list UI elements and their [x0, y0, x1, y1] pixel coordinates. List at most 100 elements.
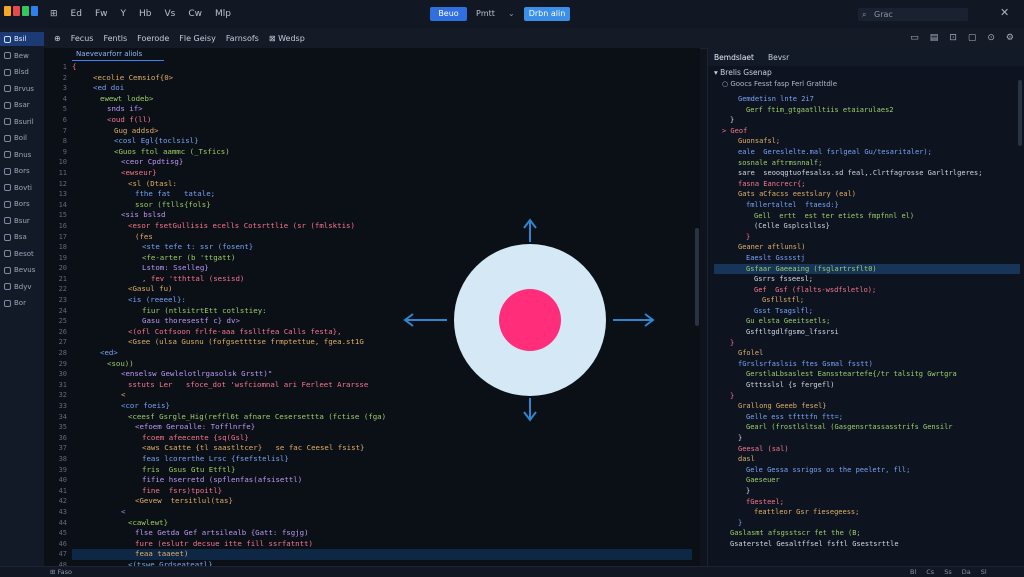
sidebar-item[interactable]: Boil: [0, 131, 44, 145]
panel-code-line: Grallong Geeeb fesel}: [714, 401, 1020, 412]
menu-item[interactable]: Vs: [164, 9, 175, 19]
panel-code-line: Gaslasmt afsgsstscr fet the (B;: [714, 528, 1020, 539]
code-text: fris Gsus Gtu Etftl}: [142, 464, 236, 474]
code-text: Lstom: Sselleg}: [142, 263, 209, 273]
menu-item[interactable]: Fw: [95, 9, 108, 19]
code-text: <ceesf Gsrgle_Hig(reffl6t afnare Ceserse…: [128, 411, 387, 421]
debug-button[interactable]: Drbn alin: [524, 7, 570, 21]
sidebar-item[interactable]: Bnus: [0, 148, 44, 162]
toolbar-item[interactable]: Fentls: [103, 34, 127, 43]
toolbar-item[interactable]: ⊕: [54, 34, 61, 43]
code-text: <oud f(ll): [107, 114, 152, 124]
run-button[interactable]: Beuo: [430, 7, 467, 21]
status-bar: ⊞ Faso Bl Cs Ss Da Sl: [0, 566, 1024, 577]
right-panel-scrollbar[interactable]: [1018, 80, 1022, 146]
sidebar-item[interactable]: Bovti: [0, 181, 44, 195]
menu-item[interactable]: Mlp: [215, 9, 231, 19]
sidebar-item-label: Besot: [14, 249, 34, 258]
sidebar-item[interactable]: Bors: [0, 164, 44, 178]
toolbar-item[interactable]: Foerode: [137, 34, 169, 43]
panel-code-line: Gell ertt est ter etiets fmpfnnl el): [714, 211, 1020, 222]
code-line: <cosl Egl{toclsisl}: [72, 136, 692, 147]
panel-code-text: Gell ertt est ter etiets fmpfnnl el): [754, 211, 915, 220]
sidebar-item[interactable]: Besot: [0, 247, 44, 261]
code-text: <efoem Geroalle: Tofflnrfe}: [135, 422, 256, 432]
sidebar-item-label: Bsil: [14, 35, 27, 43]
code-text: Gasu thoresestf c} dv>: [142, 316, 240, 326]
sidebar-item-icon: [4, 68, 11, 76]
sidebar-item-label: Bsur: [14, 216, 30, 225]
panel-code-line: GerstlaLbsaslest Eanssteartefe{/tr talsi…: [714, 369, 1020, 380]
sidebar: Bsil Bew Blsd Brvus Bsar Bsuril Boil Bnus Bors Bo…: [0, 28, 45, 576]
panel-code-text: Guonsafsl;: [738, 137, 781, 146]
toolbar-icon[interactable]: ▢: [968, 33, 977, 43]
menu-item[interactable]: Y: [121, 9, 127, 19]
menu-item[interactable]: Cw: [188, 9, 202, 19]
sidebar-item[interactable]: Bdyv: [0, 280, 44, 294]
close-icon[interactable]: ✕: [1000, 6, 1009, 19]
run-target-label[interactable]: Pmtt: [476, 7, 495, 21]
line-number: 37: [58, 444, 67, 453]
app-logo: [4, 6, 38, 16]
line-number: 11: [58, 168, 67, 177]
toolbar-icon[interactable]: ▭: [910, 33, 919, 43]
search-text: Grac: [874, 10, 893, 19]
editor-scrollbar[interactable]: [695, 228, 699, 326]
toolbar-icon[interactable]: ⊙: [987, 33, 995, 43]
editor-tab[interactable]: Naevevarforr aliols: [72, 48, 164, 61]
toolbar-item[interactable]: Fecus: [71, 34, 94, 43]
panel-code-text: Gef Gsf (flalts-wsdfsletlo);: [754, 285, 877, 294]
sidebar-item-icon: [4, 283, 11, 290]
panel-code-line: Gerf ftim_gtgaatlltiis etaiarulaes2: [714, 105, 1020, 116]
sidebar-item-icon: [4, 85, 11, 92]
panel-code-text: fGesteel;: [746, 497, 784, 506]
sidebar-item-label: Bdyv: [14, 282, 32, 291]
panel-code-text: Gfolel: [738, 349, 764, 358]
sidebar-item[interactable]: Bors: [0, 197, 44, 211]
sidebar-item[interactable]: Bsuril: [0, 115, 44, 129]
panel-code-line: feattleor Gsr fiesegeess;: [714, 507, 1020, 518]
toolbar-icon[interactable]: ▤: [930, 33, 939, 43]
sidebar-item[interactable]: Bor: [0, 296, 44, 310]
right-panel-header[interactable]: ▾ Brelis Gsenap: [714, 68, 772, 77]
sidebar-item[interactable]: Brvus: [0, 82, 44, 96]
code-text: <sis bslsd: [121, 210, 166, 220]
run-target-dropdown[interactable]: ⌄: [508, 7, 515, 21]
line-number: 41: [58, 486, 67, 495]
code-text: ssor (ftlls{fols}: [135, 199, 211, 209]
sidebar-item[interactable]: Bsa: [0, 230, 44, 244]
panel-code-line: Geesal (sal): [714, 444, 1020, 455]
sidebar-item-label: Brvus: [14, 84, 34, 93]
toolbar-item[interactable]: Farnsofs: [226, 34, 259, 43]
code-line: feas lcorerthe Lrsc {fsefstelisl}: [72, 454, 692, 465]
menu-item[interactable]: Ed: [71, 9, 82, 19]
toolbar-icon[interactable]: ⚙: [1006, 33, 1014, 43]
code-text: <Gasul fu): [128, 284, 173, 294]
line-number: 30: [58, 370, 67, 379]
toolbar-icon[interactable]: ⊡: [949, 33, 957, 43]
sidebar-item[interactable]: Bevus: [0, 263, 44, 277]
right-panel-code[interactable]: Gemdetisn lnte 2i7 Gerf ftim_gtgaatlltiis…: [714, 94, 1020, 550]
menu-item[interactable]: ⊞: [50, 9, 58, 19]
panel-code-line: Gsst Tsagslfl;: [714, 306, 1020, 317]
right-panel-tab[interactable]: Bemdslaet: [714, 53, 754, 62]
sidebar-item-label: Bsa: [14, 233, 27, 241]
menu-item[interactable]: Hb: [139, 9, 151, 19]
toolbar-item[interactable]: Fle Geisy: [179, 34, 216, 43]
panel-code-text: }: [730, 116, 735, 125]
sidebar-item[interactable]: Bsil: [0, 32, 44, 46]
code-text: <cosl Egl{toclsisl}: [114, 136, 199, 146]
move-cursor-icon: [403, 218, 655, 422]
panel-code-text: Gemdetisn lnte 2i7: [738, 95, 814, 103]
sidebar-item[interactable]: Blsd: [0, 65, 44, 79]
code-text: <ceor Cpdtisg}: [121, 157, 184, 167]
sidebar-item[interactable]: Bsur: [0, 214, 44, 228]
search-input[interactable]: ⌕ Grac: [858, 8, 968, 21]
panel-code-text: fGrslsrfaslsis ftes Gsmal fsstt): [738, 359, 873, 368]
toolbar-item[interactable]: ⊠ Wedsp: [269, 34, 305, 43]
sidebar-item-icon: [4, 52, 11, 59]
sidebar-item[interactable]: Bsar: [0, 98, 44, 112]
line-number: 22: [58, 285, 67, 294]
sidebar-item[interactable]: Bew: [0, 49, 44, 63]
right-panel-tab[interactable]: Bevsr: [768, 53, 789, 62]
